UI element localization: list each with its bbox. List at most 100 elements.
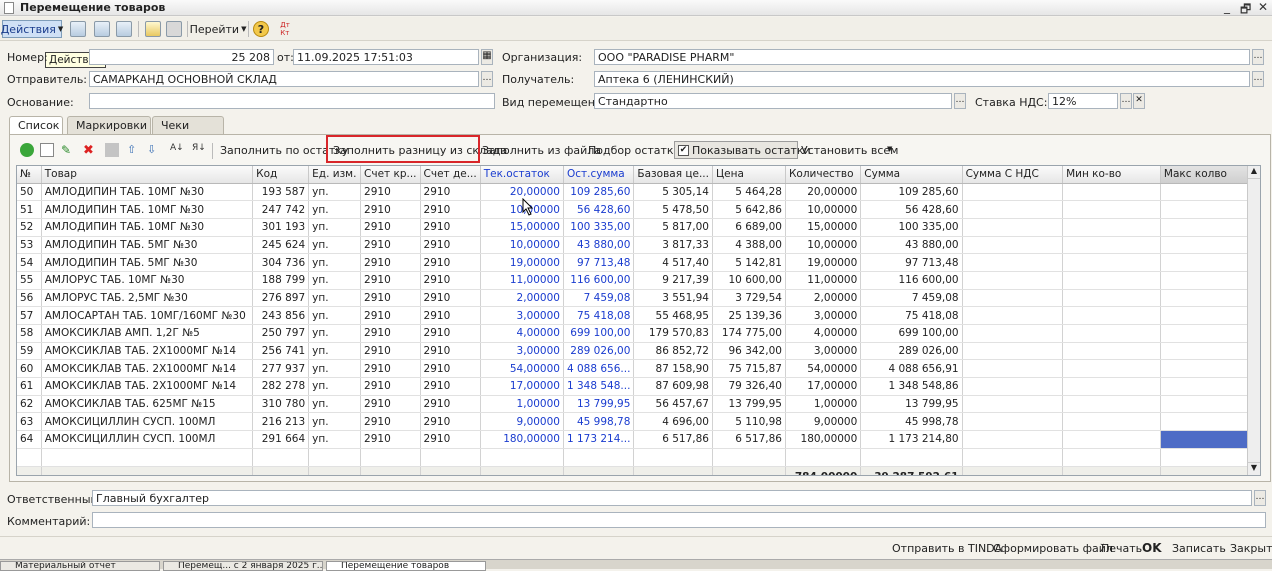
table-row[interactable]: 56 АМЛОРУС ТАБ. 2,5МГ №30 276 897 уп. 2910 29…: [17, 289, 1260, 308]
cell-min-qty[interactable]: [1062, 412, 1161, 432]
copy-icon[interactable]: [40, 143, 54, 157]
ok-button[interactable]: OK: [1142, 541, 1162, 555]
cell-cur-remainder[interactable]: 15,00000: [480, 218, 564, 237]
cell-product[interactable]: АМЛОДИПИН ТАБ. 10МГ №30: [41, 200, 254, 219]
movetype-select-button[interactable]: …: [954, 93, 966, 109]
cell-base-price[interactable]: 5 817,00: [633, 218, 713, 237]
cell-max-qty[interactable]: [1160, 412, 1260, 432]
cell-max-qty[interactable]: [1160, 200, 1260, 219]
cell-max-qty[interactable]: [1160, 359, 1260, 379]
cell-acc-cr[interactable]: 2910: [360, 395, 421, 414]
cell-product[interactable]: АМЛОДИПИН ТАБ. 10МГ №30: [41, 218, 254, 237]
tab-markings[interactable]: Маркировки: [67, 116, 151, 134]
column-header-min-qty[interactable]: Мин ко-во: [1062, 166, 1161, 184]
table-row[interactable]: 52 АМЛОДИПИН ТАБ. 10МГ №30 301 193 уп. 2910 2…: [17, 218, 1260, 237]
column-header-remainder-sum[interactable]: Ост.сумма: [563, 166, 635, 184]
cell-code[interactable]: 193 587: [252, 183, 310, 202]
scroll-down-icon[interactable]: ▼: [1248, 462, 1260, 475]
cell-cur-remainder[interactable]: 3,00000: [480, 306, 564, 325]
cell-cur-remainder[interactable]: 54,00000: [480, 359, 564, 379]
save-button[interactable]: Записать: [1172, 542, 1226, 555]
cell-unit[interactable]: уп.: [308, 253, 362, 272]
cell-base-price[interactable]: 55 468,95: [633, 306, 713, 325]
print-preview-icon[interactable]: [116, 21, 132, 37]
table-row[interactable]: 64 АМОКСИЦИЛЛИН СУСП. 100МЛ 291 664 уп. 2910…: [17, 430, 1260, 449]
actions-menu-button[interactable]: Действия ▼: [1, 20, 63, 38]
cell-cur-remainder[interactable]: 19,00000: [480, 253, 564, 272]
cell-sum-vat[interactable]: [962, 324, 1064, 343]
cell-base-price[interactable]: 5 478,50: [633, 200, 713, 219]
cell-base-price[interactable]: 5 305,14: [633, 183, 713, 202]
cell-num[interactable]: 50: [17, 183, 42, 202]
cell-unit[interactable]: уп.: [308, 377, 362, 396]
cell-cur-remainder[interactable]: 1,00000: [480, 395, 564, 414]
cell-base-price[interactable]: 3 817,33: [633, 236, 713, 255]
cell-num[interactable]: 61: [17, 377, 42, 396]
cell-acc-dt[interactable]: 2910: [420, 324, 481, 343]
cell-sum[interactable]: 1 173 214,80: [860, 430, 963, 449]
cell-product[interactable]: АМОКСИКЛАВ ТАБ. 2Х1000МГ №14: [41, 377, 254, 396]
cell-quantity[interactable]: 19,00000: [785, 253, 862, 272]
cell-acc-dt[interactable]: 2910: [420, 342, 481, 361]
cell-cur-remainder[interactable]: 17,00000: [480, 377, 564, 396]
table-row[interactable]: 51 АМЛОДИПИН ТАБ. 10МГ №30 247 742 уп. 2910 2…: [17, 200, 1260, 219]
cell-min-qty[interactable]: [1062, 377, 1161, 396]
cell-product[interactable]: АМОКСИЦИЛЛИН СУСП. 100МЛ: [41, 430, 254, 449]
cell-sum-vat[interactable]: [962, 342, 1064, 361]
cell-remainder-sum[interactable]: 7 459,08: [563, 289, 635, 308]
cell-product[interactable]: АМОКСИКЛАВ ТАБ. 2Х1000МГ №14: [41, 359, 254, 379]
cell-sum-vat[interactable]: [962, 395, 1064, 414]
cell-price[interactable]: 25 139,36: [712, 306, 786, 325]
cell-acc-cr[interactable]: 2910: [360, 412, 421, 432]
cell-unit[interactable]: уп.: [308, 218, 362, 237]
column-header-base-price[interactable]: Базовая це...: [633, 166, 713, 184]
cell-code[interactable]: 310 780: [252, 395, 310, 414]
cell-acc-cr[interactable]: 2910: [360, 342, 421, 361]
cell-num[interactable]: 63: [17, 412, 42, 432]
cell-quantity[interactable]: 10,00000: [785, 200, 862, 219]
cell-price[interactable]: 174 775,00: [712, 324, 786, 343]
org-field[interactable]: ООО "PARADISE PHARM": [594, 49, 1250, 65]
cell-price[interactable]: 13 799,95: [712, 395, 786, 414]
cell-sum-vat[interactable]: [962, 200, 1064, 219]
column-header-price[interactable]: Цена: [712, 166, 786, 184]
cell-remainder-sum[interactable]: 13 799,95: [563, 395, 635, 414]
cell-code[interactable]: 250 797: [252, 324, 310, 343]
cell-product[interactable]: АМЛОСАРТАН ТАБ. 10МГ/160МГ №30: [41, 306, 254, 325]
table-row[interactable]: 60 АМОКСИКЛАВ ТАБ. 2Х1000МГ №14 277 937 уп.…: [17, 359, 1260, 379]
cell-acc-dt[interactable]: 2910: [420, 289, 481, 308]
cell-max-qty[interactable]: [1160, 183, 1260, 202]
cell-sum[interactable]: 289 026,00: [860, 342, 963, 361]
table-row[interactable]: 59 АМОКСИКЛАВ ТАБ. 2Х1000МГ №14 256 741 уп.…: [17, 342, 1260, 361]
cell-base-price[interactable]: 3 551,94: [633, 289, 713, 308]
cell-price[interactable]: 10 600,00: [712, 271, 786, 290]
cell-unit[interactable]: уп.: [308, 236, 362, 255]
cell-unit[interactable]: уп.: [308, 271, 362, 290]
cell-num[interactable]: 52: [17, 218, 42, 237]
cell-remainder-sum[interactable]: 116 600,00: [563, 271, 635, 290]
cell-acc-dt[interactable]: 2910: [420, 271, 481, 290]
cell-min-qty[interactable]: [1062, 218, 1161, 237]
cell-min-qty[interactable]: [1062, 271, 1161, 290]
table-row[interactable]: 62 АМОКСИКЛАВ ТАБ. 625МГ №15 310 780 уп. 291…: [17, 395, 1260, 414]
sender-field[interactable]: САМАРКАНД ОСНОВНОЙ СКЛАД: [89, 71, 479, 87]
cell-quantity[interactable]: 2,00000: [785, 289, 862, 308]
cell-quantity[interactable]: 3,00000: [785, 306, 862, 325]
cell-sum[interactable]: 699 100,00: [860, 324, 963, 343]
responsible-select-button[interactable]: …: [1254, 490, 1266, 506]
cell-acc-cr[interactable]: 2910: [360, 236, 421, 255]
cell-acc-cr[interactable]: 2910: [360, 377, 421, 396]
cell-code[interactable]: 291 664: [252, 430, 310, 449]
make-file-button[interactable]: Сформировать файл: [993, 542, 1113, 555]
cell-min-qty[interactable]: [1062, 342, 1161, 361]
cell-num[interactable]: 62: [17, 395, 42, 414]
cell-acc-cr[interactable]: 2910: [360, 289, 421, 308]
cell-base-price[interactable]: 87 158,90: [633, 359, 713, 379]
cell-quantity[interactable]: 10,00000: [785, 236, 862, 255]
cell-base-price[interactable]: 179 570,83: [633, 324, 713, 343]
cell-sum-vat[interactable]: [962, 218, 1064, 237]
cell-unit[interactable]: уп.: [308, 430, 362, 449]
cell-max-qty[interactable]: [1160, 236, 1260, 255]
cell-remainder-sum[interactable]: 699 100,00: [563, 324, 635, 343]
cell-max-qty[interactable]: [1160, 377, 1260, 396]
